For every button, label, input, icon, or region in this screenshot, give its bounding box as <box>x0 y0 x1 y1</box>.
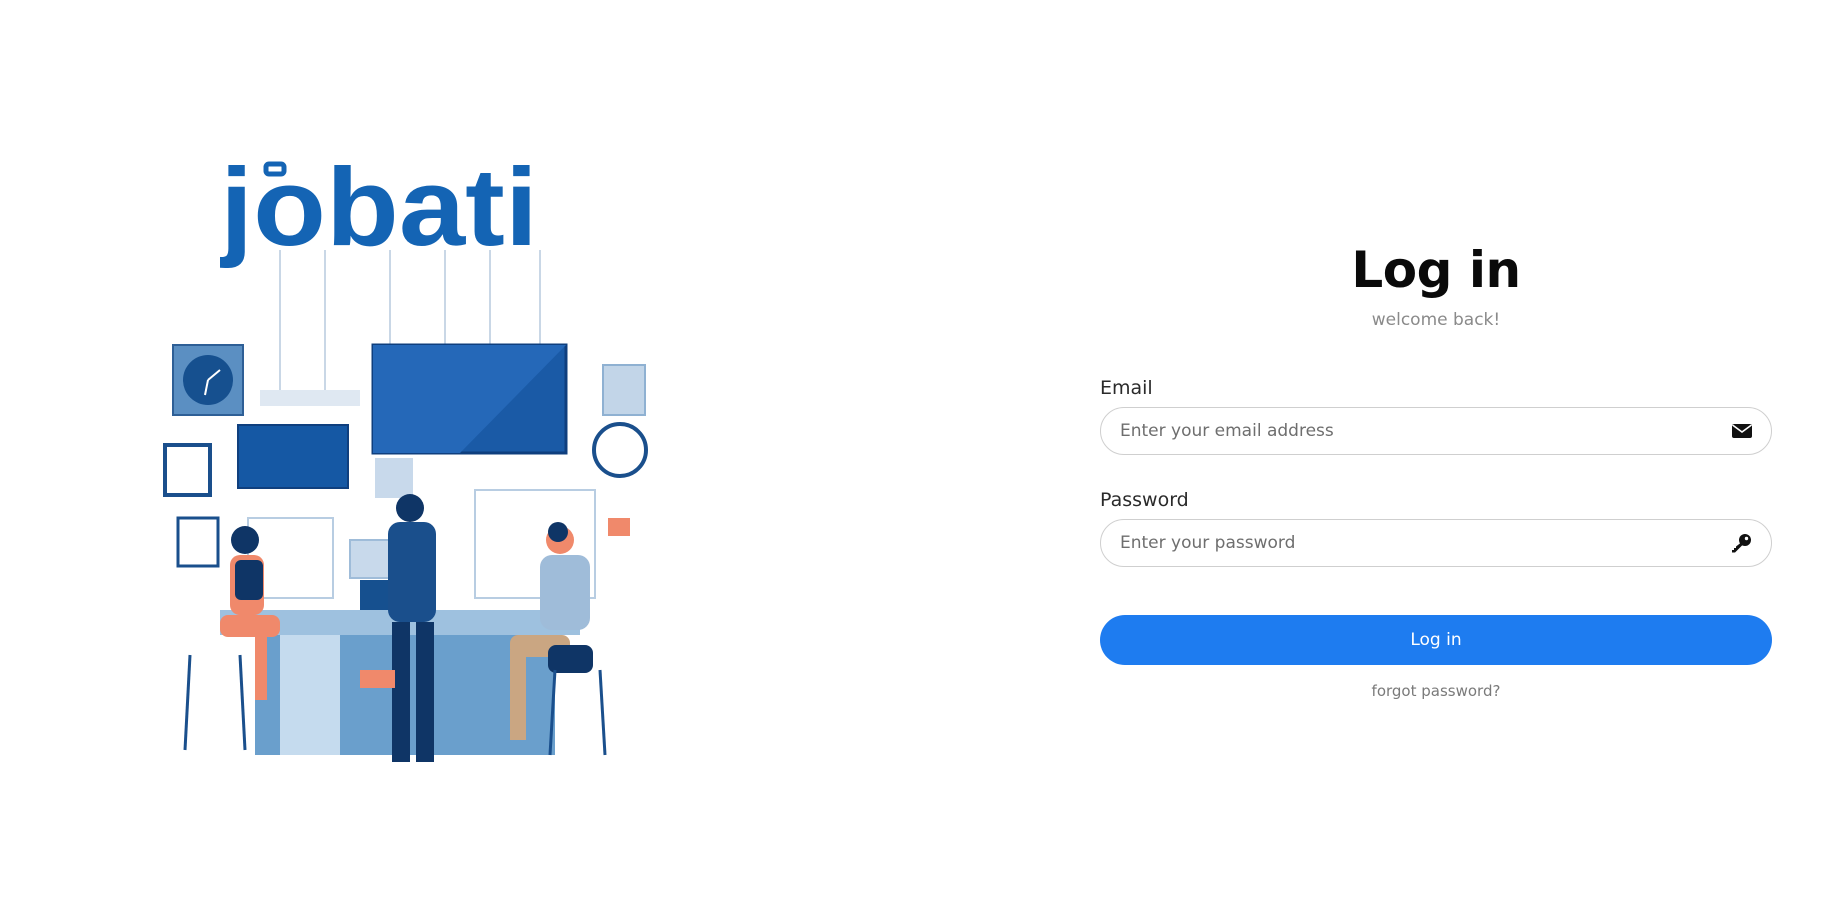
login-button[interactable]: Log in <box>1100 615 1772 665</box>
password-field-wrapper <box>1100 519 1772 567</box>
email-label: Email <box>1100 377 1153 399</box>
email-input[interactable] <box>1101 408 1701 454</box>
page-subtitle: welcome back! <box>1371 310 1501 330</box>
forgot-password-link[interactable]: forgot password? <box>1100 681 1772 701</box>
office-team-illustration <box>163 250 648 762</box>
brand-illustration: jobati <box>160 150 660 790</box>
page-title: Log in <box>1351 241 1521 299</box>
login-page: jobati Log in welcome back! Email Enter … <box>0 0 1838 913</box>
login-form: Log in welcome back! Email Password Log … <box>1100 236 1772 701</box>
key-icon <box>1732 534 1751 553</box>
email-field-wrapper <box>1100 407 1772 455</box>
envelope-icon <box>1732 424 1752 438</box>
password-label: Password <box>1100 489 1189 511</box>
password-input[interactable] <box>1101 520 1701 566</box>
